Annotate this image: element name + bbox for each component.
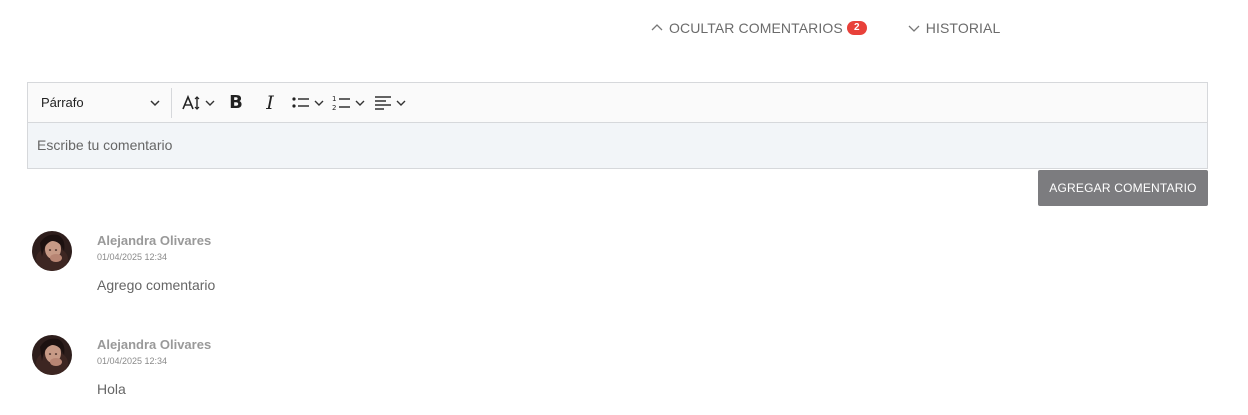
svg-text:1: 1 <box>332 95 336 103</box>
toolbar-divider <box>171 87 172 118</box>
chevron-down-icon <box>150 99 160 106</box>
bulleted-list-button[interactable] <box>287 89 328 117</box>
comment-date: 01/04/2025 12:34 <box>97 356 168 366</box>
comment-text-area[interactable]: Escribe tu comentario <box>28 123 1207 168</box>
svg-text:2: 2 <box>332 104 336 112</box>
italic-button[interactable]: I <box>253 89 287 117</box>
align-button[interactable] <box>369 89 410 117</box>
chevron-up-icon <box>651 24 663 31</box>
align-left-icon <box>375 95 391 110</box>
comment-item: Alejandra Olivares 01/04/2025 12:34 Hola <box>32 335 632 397</box>
numbered-list-icon: 1 2 <box>332 95 350 112</box>
editor-toolbar: Párrafo B I 1 2 <box>28 83 1207 123</box>
comment-placeholder: Escribe tu comentario <box>37 137 173 153</box>
italic-icon: I <box>266 91 274 114</box>
add-comment-button[interactable]: AGREGAR COMENTARIO <box>1038 170 1208 206</box>
paragraph-format-select[interactable]: Párrafo <box>34 89 167 117</box>
hide-comments-label: OCULTAR COMENTARIOS <box>669 20 843 36</box>
comment-editor: Párrafo B I 1 2 Escribe tu comentario <box>27 82 1208 169</box>
comment-text: Agrego comentario <box>97 277 216 293</box>
comment-author: Alejandra Olivares <box>97 337 212 352</box>
bulleted-list-icon <box>292 96 309 108</box>
avatar <box>32 231 72 271</box>
comment-count-badge: 2 <box>846 21 867 35</box>
numbered-list-button[interactable]: 1 2 <box>328 89 369 117</box>
chevron-down-icon <box>355 100 365 106</box>
chevron-down-icon <box>314 100 324 106</box>
chevron-down-icon <box>396 100 406 106</box>
comment-date: 01/04/2025 12:34 <box>97 252 168 262</box>
chevron-down-icon <box>908 25 920 32</box>
comment-header-links: OCULTAR COMENTARIOS 2 HISTORIAL <box>650 18 1000 38</box>
comment-item: Alejandra Olivares 01/04/2025 12:34 Agre… <box>32 231 632 293</box>
chevron-down-icon <box>205 100 215 106</box>
history-label: HISTORIAL <box>925 20 1001 36</box>
bold-icon: B <box>229 92 243 113</box>
font-size-button[interactable] <box>178 89 219 117</box>
comment-author: Alejandra Olivares <box>97 233 212 248</box>
comment-text: Hola <box>97 381 126 397</box>
bold-button[interactable]: B <box>219 89 253 117</box>
paragraph-format-value: Párrafo <box>41 95 84 110</box>
avatar <box>32 335 72 375</box>
hide-comments-toggle[interactable]: OCULTAR COMENTARIOS 2 <box>650 20 867 36</box>
history-toggle[interactable]: HISTORIAL <box>907 20 1001 36</box>
font-size-icon <box>182 94 200 110</box>
